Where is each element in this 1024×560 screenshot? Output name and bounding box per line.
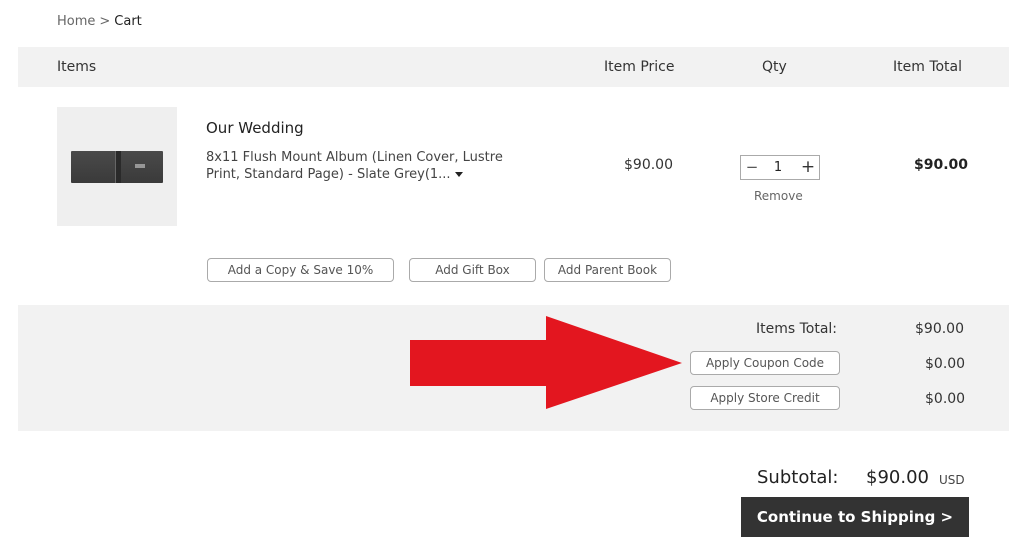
breadcrumb: Home > Cart [57,14,142,29]
header-qty: Qty [762,59,787,75]
breadcrumb-separator: > [99,14,111,29]
header-item-total: Item Total [893,59,963,75]
qty-input[interactable]: 1 [769,156,787,179]
coupon-value: $0.00 [925,356,966,372]
cart-table-header: Items Item Price Qty Item Total [18,47,1009,87]
store-credit-value: $0.00 [925,391,966,407]
item-total: $90.00 [914,157,969,173]
subtotal-currency: USD [939,473,965,487]
apply-coupon-button[interactable]: Apply Coupon Code [690,351,840,375]
remove-link[interactable]: Remove [754,189,803,203]
breadcrumb-home-link[interactable]: Home [57,14,95,29]
item-price: $90.00 [624,157,673,173]
add-parent-book-button[interactable]: Add Parent Book [544,258,671,282]
qty-decrement-button[interactable]: − [741,156,763,179]
apply-store-credit-button[interactable]: Apply Store Credit [690,386,840,410]
annotation-arrow-icon [410,316,682,409]
subtotal-label: Subtotal: [757,467,839,488]
continue-to-shipping-button[interactable]: Continue to Shipping > [741,497,969,537]
qty-increment-button[interactable]: + [797,156,819,179]
quantity-stepper: − 1 + [740,155,820,180]
album-thumbnail-icon [71,151,163,183]
items-total-value: $90.00 [915,321,964,337]
product-name[interactable]: Our Wedding [206,119,304,137]
breadcrumb-current: Cart [114,14,142,29]
product-description-text: 8x11 Flush Mount Album (Linen Cover, Lus… [206,150,503,182]
caret-down-icon[interactable] [454,172,463,177]
header-item-price: Item Price [604,59,675,75]
product-thumbnail[interactable] [57,107,177,226]
product-description[interactable]: 8x11 Flush Mount Album (Linen Cover, Lus… [206,149,526,183]
add-gift-box-button[interactable]: Add Gift Box [409,258,536,282]
subtotal-value: $90.00 [866,467,929,488]
add-copy-button[interactable]: Add a Copy & Save 10% [207,258,394,282]
items-total-label: Items Total: [756,321,838,337]
header-items: Items [57,59,97,75]
